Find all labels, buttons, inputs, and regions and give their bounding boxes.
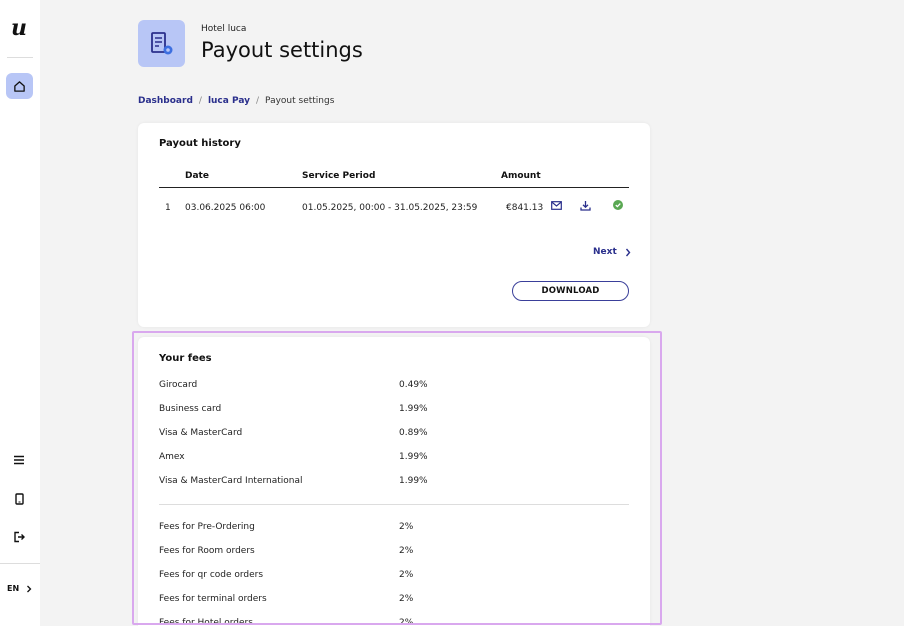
logout-icon[interactable] [11, 529, 27, 545]
next-label: Next [593, 247, 617, 257]
payout-settings-icon [138, 20, 185, 67]
row-date: 03.06.2025 06:00 [185, 203, 266, 213]
breadcrumb-separator: / [256, 96, 260, 106]
language-selector[interactable]: EN [7, 584, 32, 593]
home-icon [14, 80, 25, 92]
chevron-right-icon [625, 248, 631, 256]
hotel-name: Hotel luca [201, 24, 247, 34]
breadcrumb-separator: / [198, 96, 202, 106]
device-icon[interactable] [11, 491, 27, 507]
download-button[interactable]: DOWNLOAD [512, 281, 629, 301]
sidebar-divider [0, 563, 40, 564]
email-icon[interactable] [550, 199, 562, 211]
row-amount: €841.13 [506, 203, 544, 213]
row-service-period: 01.05.2025, 00:00 - 31.05.2025, 23:59 [302, 203, 478, 213]
check-circle-icon [612, 199, 624, 211]
menu-icon[interactable] [11, 452, 27, 468]
page-title: Payout settings [201, 38, 363, 62]
app-logo[interactable]: u [11, 17, 27, 39]
column-header-amount: Amount [501, 171, 541, 181]
payout-history-title: Payout history [159, 138, 241, 149]
download-icon[interactable] [579, 199, 591, 211]
breadcrumb: Dashboard / luca Pay / Payout settings [138, 96, 334, 106]
breadcrumb-current: Payout settings [265, 96, 335, 106]
language-label: EN [7, 584, 20, 593]
breadcrumb-dashboard[interactable]: Dashboard [138, 96, 193, 106]
sidebar: u EN [0, 0, 40, 626]
selection-highlight [132, 331, 662, 625]
column-header-date: Date [185, 171, 209, 181]
table-header-divider [159, 187, 629, 188]
column-header-service-period: Service Period [302, 171, 376, 181]
chevron-right-icon [27, 585, 32, 592]
breadcrumb-luca-pay[interactable]: luca Pay [208, 96, 250, 106]
row-index: 1 [165, 203, 171, 213]
sidebar-divider [7, 57, 33, 58]
sidebar-item-home[interactable] [6, 73, 33, 99]
payout-history-card: Payout history Date Service Period Amoun… [138, 123, 650, 327]
pagination-next[interactable]: Next [593, 247, 631, 257]
